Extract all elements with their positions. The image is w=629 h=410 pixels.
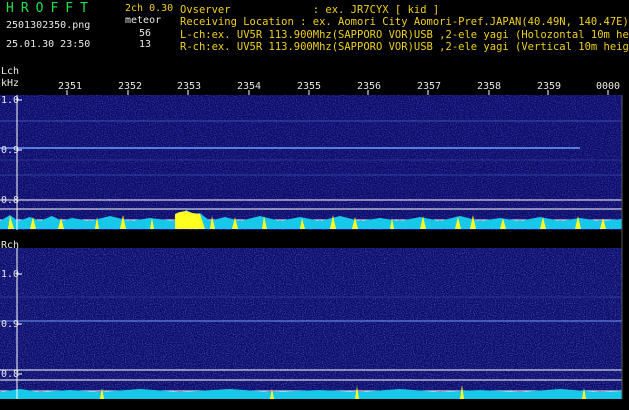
lch-channel-label: Lch bbox=[1, 66, 20, 77]
lch-y-label-0.9: 0.9 bbox=[1, 145, 20, 156]
lch-unit-label: kHz bbox=[1, 78, 20, 89]
rch-y-label-1.0: 1.0 bbox=[1, 269, 20, 280]
rch-y-label-0.8: 0.8 bbox=[1, 369, 20, 380]
time-label: 2354 bbox=[237, 81, 262, 92]
time-label: 2355 bbox=[297, 81, 322, 92]
lch-y-label-0.8: 0.8 bbox=[1, 195, 20, 206]
time-label: 2357 bbox=[417, 81, 442, 92]
time-label: 2356 bbox=[357, 81, 382, 92]
time-label: 2352 bbox=[118, 81, 143, 92]
time-label: 2358 bbox=[477, 81, 502, 92]
rch-spectrogram bbox=[0, 248, 622, 399]
rch-y-label-0.9: 0.9 bbox=[1, 319, 20, 330]
time-label: 2351 bbox=[58, 81, 83, 92]
time-label: 2359 bbox=[537, 81, 562, 92]
time-label: 0000 bbox=[596, 81, 621, 92]
lch-spectrogram bbox=[0, 90, 622, 230]
rch-channel-label: Rch bbox=[1, 240, 20, 251]
lch-y-label-1.0: 1.0 bbox=[1, 95, 20, 106]
time-label: 2353 bbox=[177, 81, 202, 92]
spectrogram-canvas bbox=[0, 90, 623, 399]
